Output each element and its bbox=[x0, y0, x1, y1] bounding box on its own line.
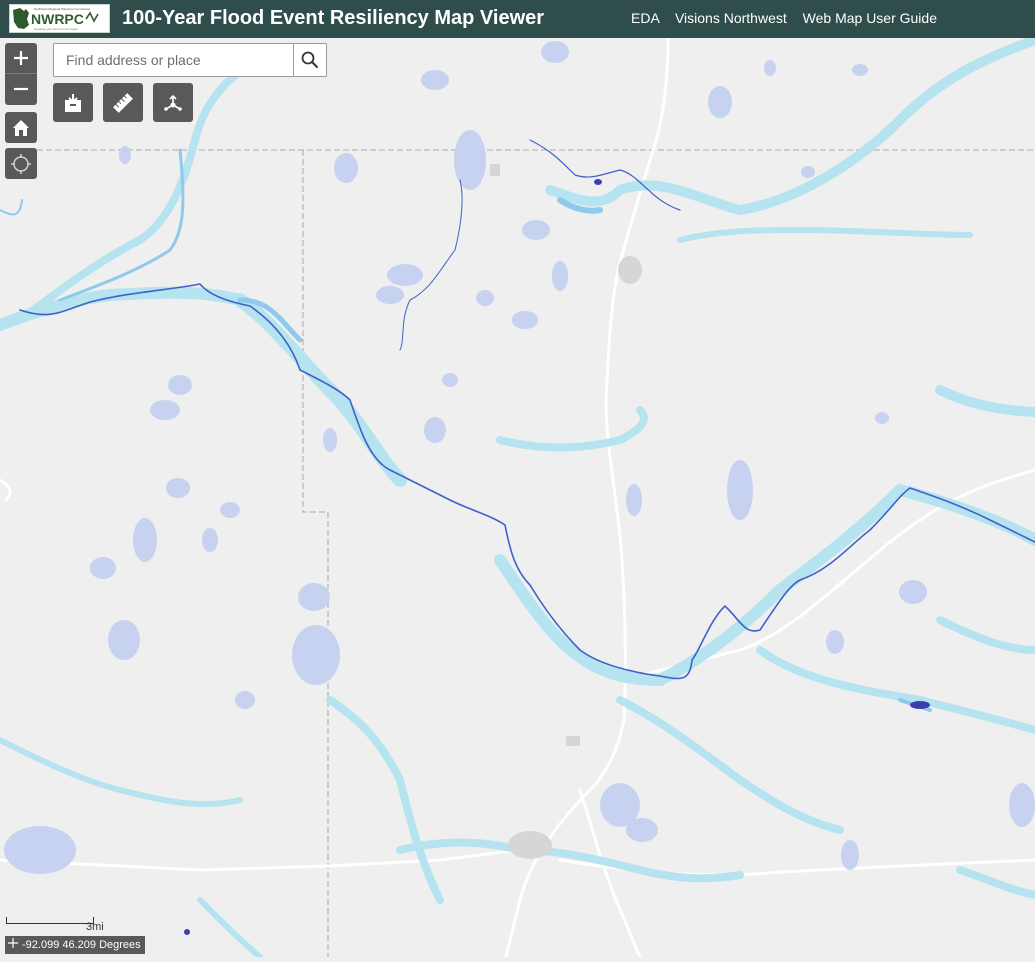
share-button[interactable] bbox=[153, 83, 193, 122]
zoom-in-button[interactable] bbox=[5, 43, 37, 74]
map-canvas[interactable] bbox=[0, 35, 1035, 960]
print-icon bbox=[65, 93, 81, 112]
nav-link-eda[interactable]: EDA bbox=[631, 10, 659, 26]
coordinate-readout: -92.099 46.209 Degrees bbox=[5, 936, 145, 954]
zoom-control bbox=[5, 43, 37, 105]
home-button[interactable] bbox=[5, 112, 37, 143]
measure-button[interactable] bbox=[103, 83, 143, 122]
search-box bbox=[53, 43, 327, 77]
print-button[interactable] bbox=[53, 83, 93, 122]
logo-tagline: Creating your future in our region bbox=[34, 27, 78, 31]
app-header: Northwest Regional Planning Commission N… bbox=[0, 0, 1035, 38]
zoom-out-button[interactable] bbox=[5, 74, 37, 104]
scale-bar bbox=[6, 917, 94, 924]
page-title: 100-Year Flood Event Resiliency Map View… bbox=[122, 7, 545, 29]
share-icon bbox=[164, 94, 182, 111]
home-icon bbox=[13, 119, 29, 136]
nwrpc-logo[interactable]: Northwest Regional Planning Commission N… bbox=[9, 4, 110, 33]
locate-button[interactable] bbox=[5, 148, 37, 179]
search-icon bbox=[301, 51, 318, 68]
search-input[interactable] bbox=[54, 44, 292, 76]
locate-icon bbox=[11, 153, 31, 174]
map-view[interactable] bbox=[0, 35, 1035, 960]
plus-icon bbox=[14, 51, 28, 65]
search-button[interactable] bbox=[293, 44, 326, 76]
nav-link-visions-northwest[interactable]: Visions Northwest bbox=[675, 10, 787, 26]
scale-label: 3mi bbox=[86, 921, 104, 933]
coordinate-text: -92.099 46.209 Degrees bbox=[22, 939, 141, 951]
nav-link-web-map-user-guide[interactable]: Web Map User Guide bbox=[803, 10, 937, 26]
logo-wordmark: NWRPC bbox=[31, 11, 84, 27]
crosshair-icon[interactable] bbox=[7, 936, 19, 954]
measure-ruler-icon bbox=[113, 92, 133, 113]
minus-icon bbox=[14, 87, 28, 91]
header-nav: EDA Visions Northwest Web Map User Guide bbox=[619, 9, 937, 27]
